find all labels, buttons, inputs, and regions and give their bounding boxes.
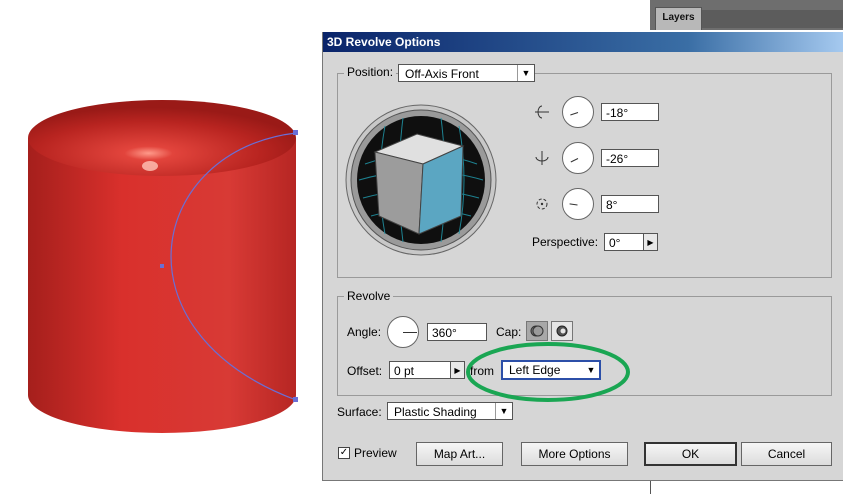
cap-solid-icon — [530, 325, 544, 337]
perspective-field[interactable]: 0° — [604, 233, 644, 251]
rotate-y-field[interactable]: -26° — [601, 149, 659, 167]
perspective-label: Perspective: — [532, 235, 599, 249]
rotate-x-dial[interactable] — [562, 96, 594, 128]
preview-label[interactable]: Preview — [354, 445, 397, 461]
chevron-down-icon: ▼ — [517, 65, 534, 81]
cap-on-button[interactable] — [526, 321, 548, 341]
3d-revolve-dialog: 3D Revolve Options Position: Off-Axis Fr… — [322, 32, 843, 481]
surface-value: Plastic Shading — [394, 405, 477, 419]
preview-checkbox[interactable]: ✓ — [338, 447, 350, 459]
highlight-ellipse-annotation — [466, 342, 630, 402]
position-preset-value: Off-Axis Front — [405, 67, 479, 81]
rotate-y-dial[interactable] — [562, 142, 594, 174]
cancel-button[interactable]: Cancel — [741, 442, 832, 466]
rotate-z-dial[interactable] — [562, 188, 594, 220]
perspective-slider-arrow[interactable]: ▶ — [644, 233, 658, 251]
surface-dropdown[interactable]: Plastic Shading ▼ — [387, 402, 513, 420]
ok-button[interactable]: OK — [644, 442, 737, 466]
rotate-z-axis-icon — [536, 198, 548, 210]
surface-label: Surface: — [337, 405, 382, 419]
triangle-right-icon: ▶ — [454, 365, 461, 375]
rotate-x-axis-icon — [535, 105, 549, 119]
position-preset-dropdown[interactable]: Off-Axis Front ▼ — [398, 64, 535, 82]
map-art-button[interactable]: Map Art... — [416, 442, 503, 466]
rotate-x-field[interactable]: -18° — [601, 103, 659, 121]
dialog-title-bar[interactable]: 3D Revolve Options — [323, 32, 843, 52]
triangle-right-icon: ▶ — [647, 237, 654, 247]
anchor-point-bottom[interactable] — [293, 397, 298, 402]
angle-label: Angle: — [347, 325, 382, 339]
position-label: Position: — [344, 65, 397, 79]
chevron-down-icon: ▼ — [495, 403, 512, 419]
cap-label: Cap: — [496, 325, 522, 339]
rotation-track-cube[interactable] — [345, 104, 497, 256]
anchor-point-mid[interactable] — [160, 264, 164, 268]
anchor-point-top[interactable] — [293, 130, 298, 135]
offset-field[interactable]: 0 pt — [389, 361, 451, 379]
revolve-label: Revolve — [344, 289, 394, 303]
layers-panel-bar — [700, 10, 843, 28]
rotate-z-field[interactable]: 8° — [601, 195, 659, 213]
more-options-button[interactable]: More Options — [521, 442, 628, 466]
angle-dial[interactable] — [387, 316, 419, 348]
offset-label: Offset: — [347, 364, 383, 378]
cap-off-button[interactable] — [551, 321, 573, 341]
rotate-y-axis-icon — [535, 151, 549, 165]
layers-tab[interactable]: Layers — [655, 7, 702, 30]
artboard-3d-cylinder — [28, 100, 298, 433]
cap-hollow-icon — [556, 325, 568, 337]
